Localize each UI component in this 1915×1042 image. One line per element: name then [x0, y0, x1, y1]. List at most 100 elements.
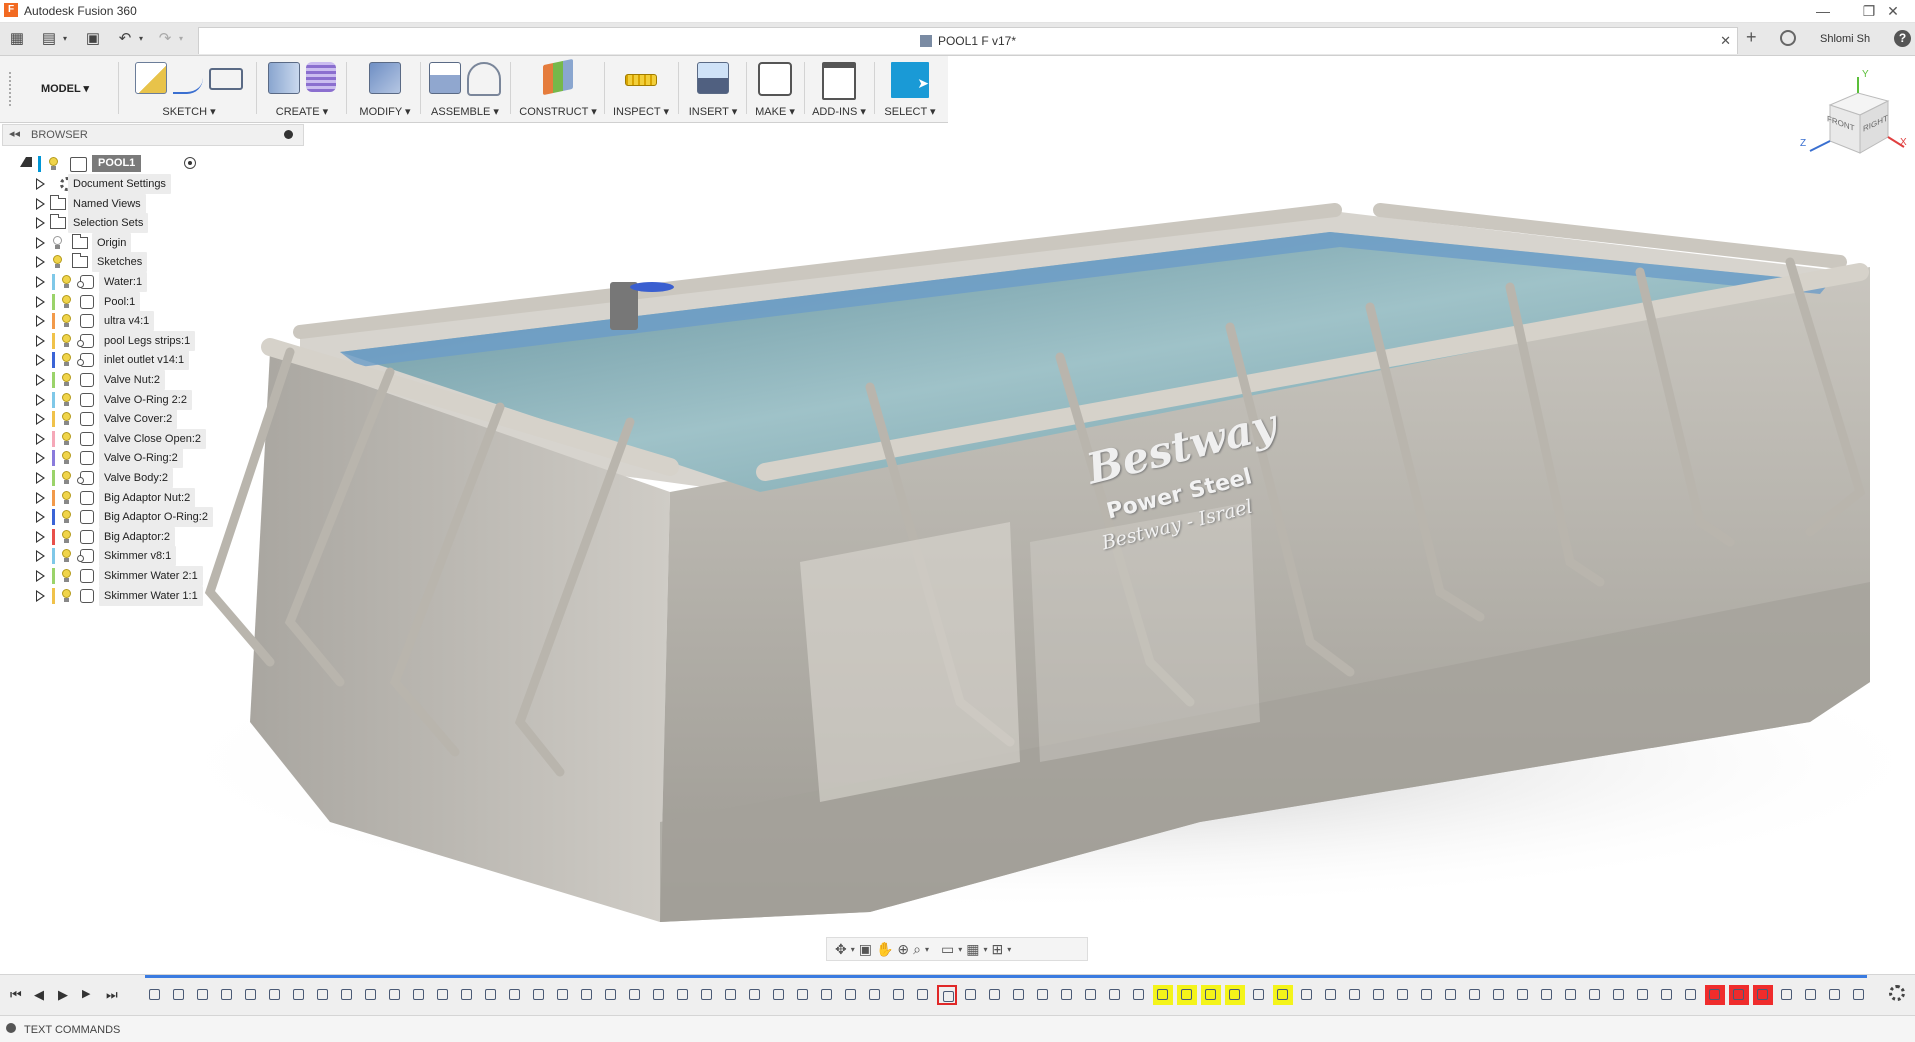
look-at-icon[interactable]: ▣: [859, 941, 872, 958]
timeline-feature-icon[interactable]: [1369, 985, 1389, 1005]
timeline-feature-icon[interactable]: [505, 985, 525, 1005]
visibility-bulb-icon[interactable]: [61, 373, 72, 386]
text-commands-icon[interactable]: [6, 1023, 16, 1033]
expand-triangle-icon[interactable]: [36, 354, 45, 367]
visibility-bulb-icon[interactable]: [52, 255, 63, 269]
toolbar-grip-handle[interactable]: [9, 72, 15, 106]
timeline-feature-icon[interactable]: [769, 985, 789, 1005]
sketch-group[interactable]: SKETCH ▾: [126, 60, 252, 120]
timeline-feature-icon[interactable]: [265, 985, 285, 1005]
timeline-feature-icon[interactable]: [1585, 985, 1605, 1005]
insert-menu[interactable]: INSERT ▾: [682, 105, 744, 118]
expand-triangle-icon[interactable]: [36, 570, 45, 582]
timeline-feature-icon[interactable]: [961, 985, 981, 1005]
expand-triangle-icon[interactable]: [36, 393, 45, 406]
timeline-feature-icon[interactable]: [1681, 985, 1701, 1005]
timeline-feature-icon[interactable]: [1057, 985, 1077, 1005]
expand-triangle-icon[interactable]: [36, 276, 45, 288]
timeline-feature-icon[interactable]: [817, 985, 837, 1005]
visibility-bulb-icon[interactable]: [61, 490, 72, 504]
expand-triangle-icon[interactable]: [36, 256, 45, 269]
fit-icon[interactable]: ⌕: [913, 941, 921, 958]
visibility-bulb-icon[interactable]: [61, 392, 72, 406]
orbit-dropdown-icon[interactable]: ▾: [851, 945, 855, 954]
timeline-feature-icon[interactable]: [1177, 985, 1197, 1005]
timeline-feature-icon[interactable]: [553, 985, 573, 1005]
save-icon[interactable]: ▣: [82, 29, 104, 49]
timeline-feature-icon[interactable]: [1705, 985, 1725, 1005]
timeline-feature-icon[interactable]: [1225, 985, 1245, 1005]
insert-group[interactable]: INSERT ▾: [682, 60, 744, 120]
timeline-feature-icon[interactable]: [1297, 985, 1317, 1005]
zoom-icon[interactable]: ⊕: [897, 941, 909, 958]
visibility-bulb-icon[interactable]: [61, 588, 72, 602]
timeline-feature-icon[interactable]: [985, 985, 1005, 1005]
form-create-icon[interactable]: [306, 62, 336, 92]
timeline-feature-icon[interactable]: [721, 985, 741, 1005]
timeline-feature-icon[interactable]: [1465, 985, 1485, 1005]
visibility-bulb-icon[interactable]: [61, 314, 72, 328]
grid-settings-icon[interactable]: ▦: [966, 941, 979, 958]
joint-icon[interactable]: [467, 62, 501, 96]
timeline-feature-icon[interactable]: [1273, 985, 1293, 1005]
timeline-feature-icon[interactable]: [1753, 985, 1773, 1005]
press-pull-icon[interactable]: [369, 62, 401, 94]
visibility-bulb-icon[interactable]: [61, 529, 72, 543]
rectangle-icon[interactable]: [209, 68, 243, 90]
timeline-feature-icon[interactable]: [1105, 985, 1125, 1005]
close-window-button[interactable]: ✕: [1870, 0, 1915, 22]
expand-triangle-icon[interactable]: [36, 472, 45, 484]
timeline-feature-icon[interactable]: [1489, 985, 1509, 1005]
document-tab[interactable]: POOL1 F v17* ✕: [198, 27, 1738, 54]
timeline-feature-icon[interactable]: [529, 985, 549, 1005]
select-group[interactable]: ➤ SELECT ▾: [880, 60, 940, 120]
go-to-start-button[interactable]: ⏮: [10, 987, 22, 1003]
pan-hand-icon[interactable]: ✋: [876, 941, 893, 958]
timeline-feature-icon[interactable]: [1609, 985, 1629, 1005]
timeline-feature-icon[interactable]: [865, 985, 885, 1005]
timeline-feature-icon[interactable]: [1513, 985, 1533, 1005]
timeline-feature-icon[interactable]: [1321, 985, 1341, 1005]
expand-triangle-icon[interactable]: [36, 589, 45, 602]
timeline-feature-icon[interactable]: [1441, 985, 1461, 1005]
help-icon[interactable]: ?: [1894, 30, 1911, 47]
timeline-feature-icon[interactable]: [937, 985, 957, 1005]
orbit-icon[interactable]: ✥: [835, 941, 847, 958]
assemble-menu[interactable]: ASSEMBLE ▾: [424, 105, 506, 118]
expand-triangle-icon[interactable]: [36, 530, 45, 543]
create-sketch-icon[interactable]: [135, 62, 167, 94]
display-dropdown-icon[interactable]: ▾: [958, 945, 962, 954]
scripts-addins-icon[interactable]: [822, 62, 856, 100]
expand-triangle-icon[interactable]: [36, 197, 45, 210]
modify-menu[interactable]: MODIFY ▾: [352, 105, 418, 118]
expand-triangle-icon[interactable]: [36, 178, 45, 190]
timeline-feature-icon[interactable]: [433, 985, 453, 1005]
timeline-feature-icon[interactable]: [169, 985, 189, 1005]
expand-triangle-icon[interactable]: [36, 413, 45, 426]
data-panel-grid-icon[interactable]: ▦: [6, 29, 28, 49]
timeline-feature-icon[interactable]: [577, 985, 597, 1005]
visibility-bulb-icon[interactable]: [61, 549, 72, 563]
canvas-viewport[interactable]: Bestway Power Steel Bestway - Israel: [0, 122, 1915, 972]
browser-options-icon[interactable]: [284, 130, 293, 139]
timeline-feature-icon[interactable]: [1345, 985, 1365, 1005]
visibility-bulb-icon[interactable]: [61, 294, 72, 308]
timeline-feature-icon[interactable]: [241, 985, 261, 1005]
expand-triangle-icon[interactable]: [36, 334, 45, 347]
timeline-feature-icon[interactable]: [793, 985, 813, 1005]
close-tab-button[interactable]: ✕: [1720, 33, 1731, 49]
viewports-dropdown-icon[interactable]: ▾: [1007, 945, 1011, 954]
file-dropdown-chevron-icon[interactable]: ▾: [60, 29, 70, 49]
timeline-feature-icon[interactable]: [1657, 985, 1677, 1005]
timeline-feature-icon[interactable]: [1561, 985, 1581, 1005]
select-cursor-icon[interactable]: ➤: [891, 62, 929, 98]
expand-triangle-icon[interactable]: [36, 511, 45, 524]
timeline-feature-icon[interactable]: [1825, 985, 1845, 1005]
visibility-bulb-icon[interactable]: [52, 235, 63, 249]
timeline-feature-icon[interactable]: [145, 985, 165, 1005]
visibility-bulb-icon[interactable]: [61, 569, 72, 582]
timeline-feature-icon[interactable]: [409, 985, 429, 1005]
undo-dropdown-chevron-icon[interactable]: ▾: [136, 29, 146, 49]
assemble-group[interactable]: ASSEMBLE ▾: [424, 60, 506, 120]
visibility-bulb-icon[interactable]: [48, 157, 59, 170]
